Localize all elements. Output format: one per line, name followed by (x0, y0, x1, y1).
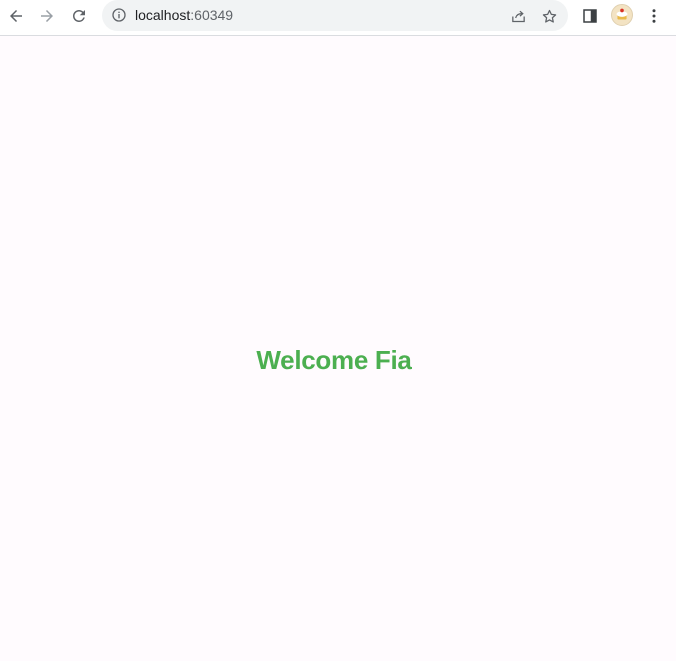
page-content: Welcome Fia (0, 37, 676, 661)
reload-button[interactable] (67, 4, 91, 28)
welcome-heading: Welcome Fia (256, 345, 412, 375)
arrow-left-icon (10, 10, 22, 22)
info-icon[interactable] (111, 7, 127, 23)
side-panel-icon (583, 9, 597, 23)
share-icon (511, 10, 525, 22)
back-button[interactable] (4, 4, 28, 28)
avatar[interactable] (611, 4, 633, 26)
url-text[interactable]: localhost:60349 (135, 7, 233, 23)
star-icon (542, 9, 556, 23)
bookmark-button[interactable] (539, 6, 559, 26)
browser-menu-button[interactable] (643, 5, 665, 27)
share-button[interactable] (508, 6, 528, 26)
reload-icon (73, 9, 85, 22)
side-panel-button[interactable] (579, 5, 601, 27)
url-port: :60349 (190, 7, 234, 23)
arrow-right-icon (41, 10, 53, 22)
kebab-menu-icon (652, 9, 656, 23)
forward-button[interactable] (35, 4, 59, 28)
address-bar[interactable]: localhost:60349 (102, 0, 568, 31)
browser-toolbar: localhost:60349 (0, 0, 676, 36)
url-host: localhost (135, 7, 191, 23)
profile-avatar-icon (616, 8, 628, 20)
